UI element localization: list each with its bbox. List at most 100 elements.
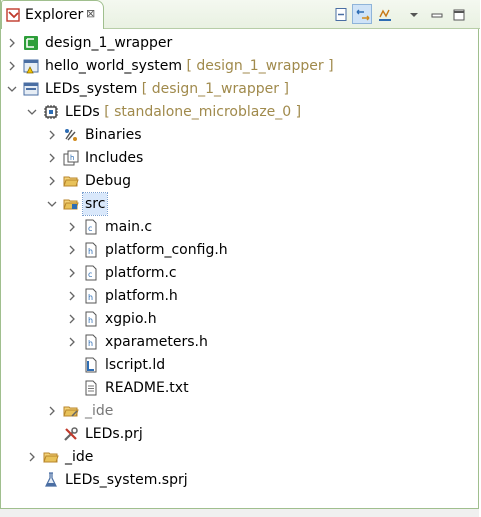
hardware-platform-icon — [23, 35, 39, 51]
tree-item-label: xgpio.h — [105, 311, 157, 327]
project-qualifier: [ design_1_wrapper ] — [186, 58, 334, 74]
tree-item-label: hello_world_system [ design_1_wrapper ] — [45, 55, 334, 77]
tree-item-includes[interactable]: h Includes — [1, 147, 480, 169]
tree-item-label: main.c — [105, 219, 153, 235]
tree-item-label: LEDs_system [ design_1_wrapper ] — [45, 78, 289, 100]
tree-item-label: LEDs_system.sprj — [65, 472, 188, 488]
chevron-right-icon[interactable] — [46, 147, 58, 169]
tree-item-label: Includes — [85, 150, 144, 166]
tree-item-label: README.txt — [105, 380, 189, 396]
tree-item-label: src — [81, 192, 109, 216]
binaries-icon — [63, 127, 79, 143]
project-qualifier: [ standalone_microblaze_0 ] — [104, 104, 302, 120]
derived-folder-icon — [63, 403, 79, 419]
view-menu-button[interactable] — [403, 4, 423, 24]
minimize-button[interactable] — [426, 4, 446, 24]
tree-item-label: Binaries — [85, 127, 142, 143]
collapse-all-button[interactable] — [330, 4, 350, 24]
tree-item-ide-inner-folder[interactable]: _ide — [1, 400, 480, 422]
includes-icon: h — [63, 150, 79, 166]
chevron-right-icon[interactable] — [66, 285, 78, 307]
tree-item-label: LEDs.prj — [85, 426, 143, 442]
explorer-panel: Explorer ⊠ design_1_wrapper hello_world_… — [0, 0, 480, 509]
h-file-icon: h — [83, 311, 99, 327]
tree-item-binaries[interactable]: Binaries — [1, 124, 480, 146]
chevron-right-icon[interactable] — [46, 170, 58, 192]
system-project-icon — [23, 81, 39, 97]
chevron-right-icon[interactable] — [46, 124, 58, 146]
tree-item-readme-txt[interactable]: README.txt — [1, 377, 480, 399]
chevron-right-icon[interactable] — [26, 446, 38, 468]
flask-icon — [43, 472, 59, 488]
project-qualifier: [ design_1_wrapper ] — [141, 81, 289, 97]
project-name: LEDs — [65, 104, 100, 120]
source-folder-icon — [63, 196, 79, 212]
svg-text:h: h — [88, 316, 93, 325]
tree-item-platform-c[interactable]: c platform.c — [1, 262, 480, 284]
tree-item-design-1-wrapper[interactable]: design_1_wrapper — [1, 32, 480, 54]
chevron-right-icon[interactable] — [66, 216, 78, 238]
tab-title: Explorer — [25, 7, 84, 23]
chevron-right-icon[interactable] — [66, 331, 78, 353]
tree-item-hello-world-system[interactable]: hello_world_system [ design_1_wrapper ] — [1, 55, 480, 77]
chevron-down-icon[interactable] — [46, 193, 58, 215]
chevron-down-icon[interactable] — [26, 101, 38, 123]
svg-text:h: h — [88, 247, 93, 256]
h-file-icon: h — [83, 288, 99, 304]
h-file-icon: h — [83, 334, 99, 350]
tree-item-src-folder[interactable]: src — [1, 192, 480, 216]
tree-item-label: design_1_wrapper — [45, 35, 173, 51]
project-name: hello_world_system — [45, 58, 182, 74]
folder-icon — [63, 173, 79, 189]
tree-item-lscript-ld[interactable]: lscript.ld — [1, 354, 480, 376]
text-file-icon — [83, 380, 99, 396]
chevron-right-icon[interactable] — [66, 239, 78, 261]
svg-text:h: h — [88, 339, 93, 348]
tree-item-label: platform_config.h — [105, 242, 228, 258]
tree-item-xparameters-h[interactable]: h xparameters.h — [1, 331, 480, 353]
tree-item-main-c[interactable]: c main.c — [1, 216, 480, 238]
tree-item-debug-folder[interactable]: Debug — [1, 170, 480, 192]
h-file-icon: h — [83, 242, 99, 258]
explorer-view-icon — [6, 7, 22, 23]
tree-item-label: platform.c — [105, 265, 177, 281]
system-project-warning-icon — [23, 58, 39, 74]
tree-item-label: LEDs [ standalone_microblaze_0 ] — [65, 101, 301, 123]
tree-item-xgpio-h[interactable]: h xgpio.h — [1, 308, 480, 330]
application-project-icon — [43, 104, 59, 120]
linker-script-icon — [83, 357, 99, 373]
close-icon[interactable]: ⊠ — [86, 8, 95, 20]
tree-item-leds-system[interactable]: LEDs_system [ design_1_wrapper ] — [1, 78, 480, 100]
maximize-button[interactable] — [448, 4, 468, 24]
tree-item-label: platform.h — [105, 288, 178, 304]
chevron-down-icon[interactable] — [6, 78, 18, 100]
tree-item-ide-outer-folder[interactable]: _ide — [1, 446, 480, 468]
chevron-right-icon[interactable] — [66, 262, 78, 284]
horizontal-scrollbar[interactable] — [0, 509, 479, 517]
tree-item-label: Debug — [85, 173, 132, 189]
chevron-right-icon[interactable] — [66, 308, 78, 330]
chevron-right-icon[interactable] — [46, 400, 58, 422]
tree-item-leds-prj[interactable]: LEDs.prj — [1, 423, 480, 445]
chevron-right-icon[interactable] — [6, 32, 18, 54]
tree-item-label: _ide — [85, 403, 114, 419]
filter-button[interactable] — [374, 4, 394, 24]
tree-item-platform-h[interactable]: h platform.h — [1, 285, 480, 307]
c-file-icon: c — [83, 219, 99, 235]
svg-text:c: c — [88, 224, 92, 233]
svg-text:h: h — [70, 154, 74, 162]
project-name: LEDs_system — [45, 81, 138, 97]
tree-item-label: xparameters.h — [105, 334, 208, 350]
folder-icon — [43, 449, 59, 465]
tree-item-leds-application[interactable]: LEDs [ standalone_microblaze_0 ] — [1, 101, 480, 123]
c-file-icon: c — [83, 265, 99, 281]
link-with-editor-button[interactable] — [352, 4, 372, 24]
tree-item-leds-system-sprj[interactable]: LEDs_system.sprj — [1, 469, 480, 491]
tree-item-label: lscript.ld — [105, 357, 166, 373]
chevron-right-icon[interactable] — [6, 55, 18, 77]
tab-explorer[interactable]: Explorer ⊠ — [1, 0, 104, 29]
svg-text:h: h — [88, 293, 93, 302]
project-settings-tools-icon — [63, 426, 79, 442]
tree-item-label: _ide — [65, 449, 94, 465]
tree-item-platform-config-h[interactable]: h platform_config.h — [1, 239, 480, 261]
